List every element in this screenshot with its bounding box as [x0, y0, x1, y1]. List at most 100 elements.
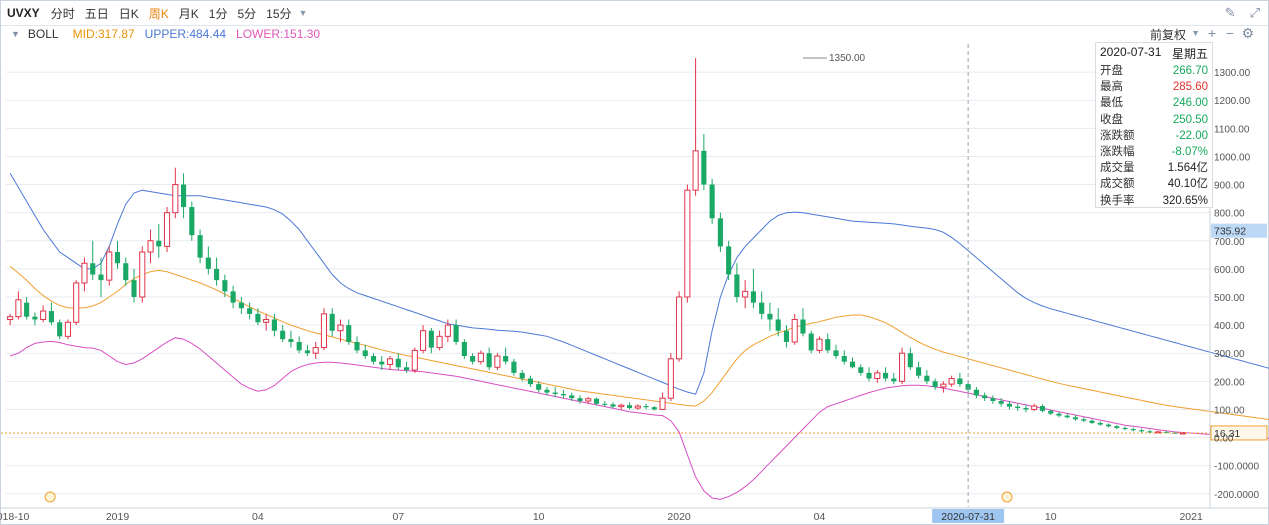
candle-body	[156, 240, 162, 247]
candle-body	[998, 400, 1004, 404]
x-tick-label: 2020	[667, 511, 691, 523]
candle-body	[957, 378, 963, 385]
candle-body	[90, 263, 96, 275]
tooltip-row: 涨跌额 -22.00	[1096, 128, 1212, 144]
candle-body	[40, 310, 47, 320]
tooltip-key: 涨跌额	[1100, 129, 1135, 142]
y-tick-label: -200.0000	[1214, 490, 1259, 501]
tooltip-key: 换手率	[1100, 194, 1135, 207]
candle-body	[849, 361, 856, 368]
tooltip-row: 收盘 250.50	[1096, 112, 1212, 128]
candle-body	[519, 372, 525, 379]
candle-body	[618, 404, 625, 408]
candle-body	[791, 318, 798, 343]
candle-body	[717, 218, 723, 247]
candle-body	[544, 389, 550, 393]
y-tick-label: 1300.00	[1214, 68, 1251, 79]
candle-body	[428, 330, 434, 348]
candle-body	[610, 404, 616, 407]
candle-body	[123, 263, 129, 281]
candle-body	[684, 189, 691, 298]
x-tick-label: 07	[392, 511, 404, 523]
candle-body	[362, 350, 368, 357]
x-tick-label: 04	[252, 511, 264, 523]
candle-body	[494, 355, 501, 368]
tooltip-key: 收盘	[1100, 113, 1123, 126]
candle-body	[395, 358, 401, 368]
candle-body	[255, 313, 261, 323]
candle-body	[461, 341, 467, 357]
candle-body	[32, 316, 38, 320]
tooltip-date: 2020-07-31	[1100, 45, 1162, 59]
candle-body	[1064, 415, 1070, 418]
candle-body	[667, 358, 674, 399]
tooltip-key: 成交量	[1100, 162, 1135, 175]
candle-body	[222, 280, 228, 292]
candle-body	[982, 395, 988, 399]
y-tick-label: 1100.00	[1214, 124, 1250, 135]
candle-body	[230, 291, 236, 303]
candle-body	[337, 324, 344, 332]
candle-body	[24, 302, 30, 317]
candle-body	[709, 184, 715, 219]
candle-body	[742, 290, 749, 298]
tooltip-panel: 2020-07-31 星期五 开盘 266.70 最高 285.60 最低 246.00 收…	[1095, 42, 1213, 208]
y-tick-label: 900.00	[1214, 181, 1245, 192]
candle-body	[114, 252, 121, 264]
candle-body	[841, 356, 847, 362]
candle-body	[891, 378, 897, 382]
candle-body	[304, 350, 311, 354]
candle-body	[48, 311, 54, 323]
candle-body	[775, 319, 781, 331]
candle-body	[444, 324, 451, 337]
candle-body	[692, 150, 699, 191]
x-tick-label: 10	[1045, 511, 1057, 523]
candle-body	[602, 403, 608, 405]
max-annotation-label: 1350.00	[829, 53, 866, 64]
candle-body	[626, 405, 633, 409]
candle-body	[734, 274, 740, 297]
tooltip-key: 开盘	[1100, 65, 1123, 77]
candle-body	[701, 150, 707, 185]
candle-body	[453, 325, 459, 342]
candle-body	[147, 240, 154, 253]
candle-body	[726, 246, 732, 275]
candle-body	[247, 308, 253, 314]
candle-body	[271, 319, 277, 331]
candle-body	[7, 316, 14, 320]
candle-body	[916, 367, 922, 376]
candle-body	[172, 184, 179, 214]
candle-body	[189, 207, 195, 236]
candle-body	[750, 291, 756, 303]
candle-body	[15, 299, 22, 318]
tooltip-row: 最高 285.60	[1096, 79, 1212, 95]
candle-body	[651, 407, 657, 410]
candle-body	[370, 356, 377, 362]
candle-body	[536, 384, 542, 390]
event-marker-icon	[44, 491, 56, 503]
candle-body	[503, 356, 509, 362]
candle-body	[1056, 413, 1062, 416]
candle-body	[1006, 403, 1012, 407]
candle-body	[1023, 408, 1029, 410]
tooltip-row: 最低 246.00	[1096, 95, 1212, 111]
candlestick-chart[interactable]: 1350.00735.9216.31 1300.001200.001100.00…	[0, 0, 1269, 525]
candle-body	[833, 350, 839, 357]
candle-body	[98, 274, 104, 281]
x-tick-label: 2019	[106, 511, 130, 523]
candle-body	[1130, 429, 1136, 431]
boll-lower-line	[9, 337, 1269, 500]
candle-body	[1072, 417, 1079, 420]
candle-body	[593, 398, 600, 404]
candle-body	[1105, 424, 1112, 427]
candle-body	[585, 398, 592, 402]
candle-body	[81, 262, 88, 284]
candle-body	[329, 313, 335, 331]
tooltip-value: -22.00	[1175, 129, 1208, 142]
tooltip-row: 开盘 266.70	[1096, 63, 1212, 79]
x-tick-label: 04	[814, 511, 826, 523]
tooltip-value: 266.70	[1172, 65, 1208, 77]
y-tick-label: 300.00	[1214, 349, 1245, 360]
y-tick-label: 1200.00	[1214, 96, 1251, 107]
candle-body	[1031, 405, 1038, 410]
